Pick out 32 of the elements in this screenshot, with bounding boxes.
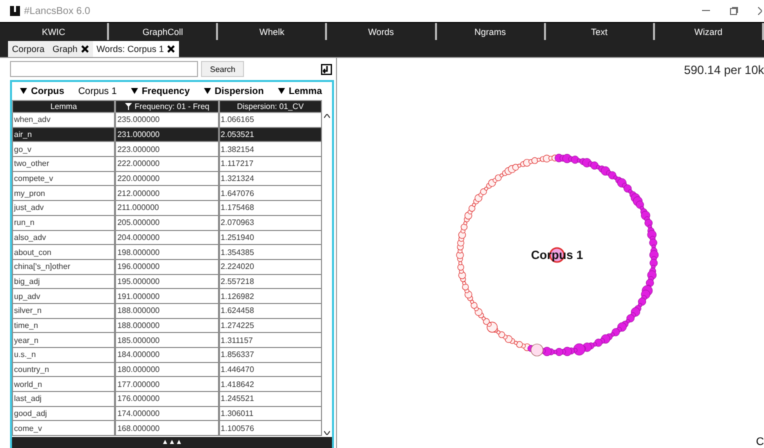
graph-node[interactable] xyxy=(530,344,544,356)
search-button[interactable]: Search xyxy=(201,61,244,77)
column-header[interactable]: Frequency: 01 - Freq xyxy=(115,100,219,113)
filter-dropdown[interactable]: Corpus xyxy=(20,86,64,96)
dropdown-icon xyxy=(20,88,27,94)
scroll-down-icon[interactable] xyxy=(324,431,330,435)
search-field[interactable] xyxy=(10,61,198,77)
dropdown-icon xyxy=(204,88,211,94)
dropdown-icon xyxy=(130,88,138,94)
export-icon[interactable] xyxy=(321,64,332,74)
tab[interactable]: Words: Corpus 1 xyxy=(92,41,179,57)
window-title: #LancsBox 6.0 xyxy=(24,6,90,16)
filter-value: Corpus 1 xyxy=(78,86,117,96)
maximize-icon[interactable] xyxy=(730,7,738,15)
corner-text: C xyxy=(756,436,764,448)
dropdown-icon xyxy=(278,88,285,94)
table-cell: 1.100576 xyxy=(218,421,322,436)
column-header[interactable]: Lemma xyxy=(12,100,116,113)
tab[interactable]: Graph xyxy=(48,41,93,57)
filter-dropdown[interactable]: Dispersion xyxy=(204,86,264,96)
close-icon[interactable] xyxy=(80,45,89,53)
table-cell: come_v xyxy=(12,421,116,436)
frequency-reading: 590.14 per 10k xyxy=(684,63,764,77)
table-cell: 168.000000 xyxy=(115,421,219,436)
column-header[interactable]: Dispersion: 01_CV xyxy=(218,100,322,113)
filter-dropdown[interactable]: Frequency xyxy=(130,86,190,96)
scroll-up-icon[interactable] xyxy=(324,114,330,118)
tab[interactable]: Corpora xyxy=(8,41,49,57)
filter-dropdown[interactable]: Lemma xyxy=(278,86,322,96)
app-logo-icon xyxy=(10,6,20,16)
close-icon[interactable] xyxy=(166,45,175,53)
minimize-icon[interactable] xyxy=(702,10,710,12)
